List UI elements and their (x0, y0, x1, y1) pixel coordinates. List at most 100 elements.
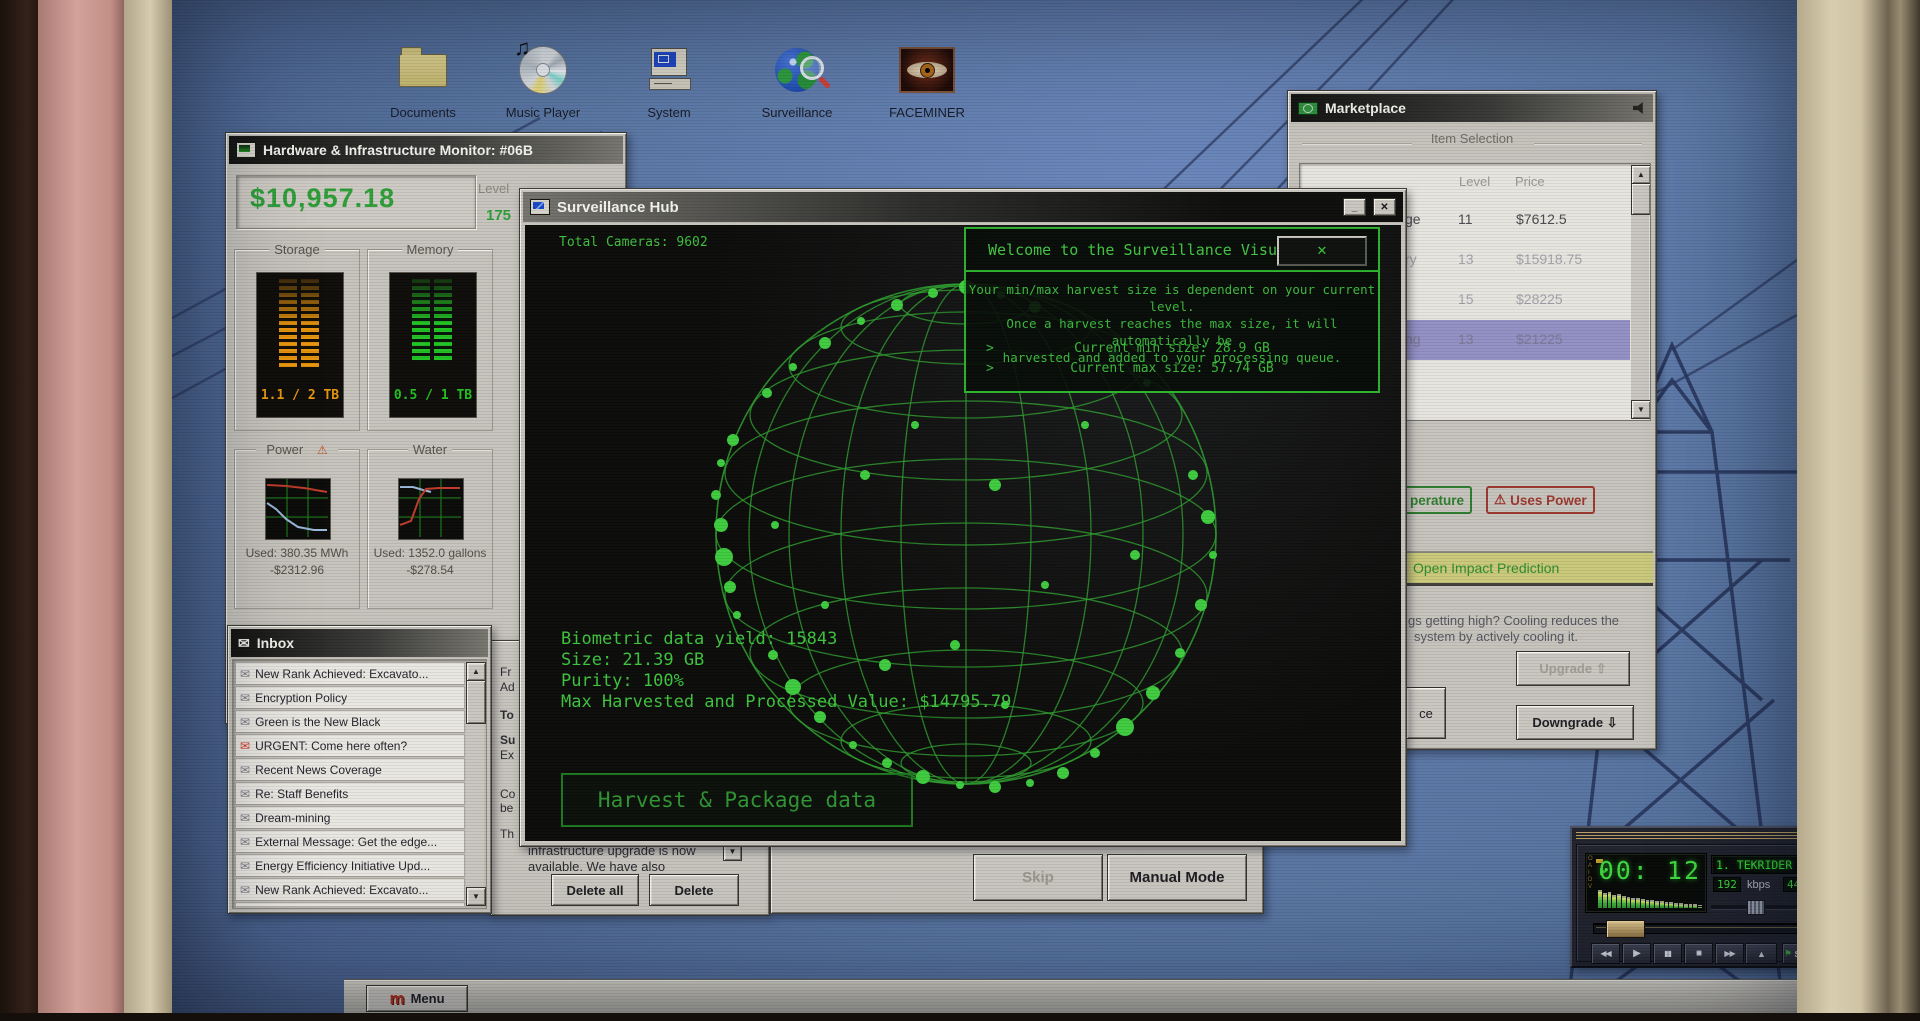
bitrate-unit: kbps (1747, 879, 1771, 891)
camera-dot[interactable] (928, 288, 938, 298)
camera-dot[interactable] (1146, 686, 1160, 700)
menu-button[interactable]: m Menu (366, 985, 468, 1012)
camera-dot[interactable] (1081, 421, 1089, 429)
purchase-button-fragment[interactable]: ce (1406, 687, 1446, 739)
volume-slider[interactable] (1711, 900, 1797, 915)
camera-dot[interactable] (989, 781, 1001, 793)
open-impact-prediction-button[interactable]: Open Impact Prediction (1406, 551, 1653, 586)
camera-dot[interactable] (789, 363, 797, 371)
camera-dot[interactable] (714, 518, 728, 532)
inbox-message-row[interactable]: ✉ Green is the New Black (235, 710, 465, 733)
camera-dot[interactable] (819, 337, 831, 349)
downgrade-button[interactable]: Downgrade ⇩ (1516, 705, 1634, 740)
camera-dot[interactable] (1041, 581, 1049, 589)
camera-dot[interactable] (857, 317, 865, 325)
player-titlebar[interactable]: ▪ ▪ ✕ (1576, 831, 1797, 841)
camera-dot[interactable] (715, 548, 733, 566)
scrollbar-thumb[interactable] (466, 680, 486, 724)
eject-button[interactable]: ▲ (1745, 943, 1777, 964)
desktop-icon-surveillance[interactable]: Surveillance (751, 42, 843, 120)
item-price: $7612.5 (1516, 211, 1567, 227)
inbox-message-row[interactable]: ✉ Dream-mining (235, 806, 465, 829)
seek-handle[interactable] (1606, 920, 1645, 938)
close-button[interactable]: ✕ (1373, 198, 1396, 216)
inbox-titlebar[interactable]: ✉ Inbox (231, 629, 488, 657)
camera-dot[interactable] (1090, 748, 1100, 758)
spectrum-analyzer[interactable] (1598, 889, 1702, 908)
shuffle-button[interactable]: ⚑SHUFFLE (1782, 943, 1797, 964)
delete-button[interactable]: Delete (649, 874, 739, 906)
skip-button[interactable]: Skip (973, 854, 1103, 901)
camera-dot[interactable] (1175, 648, 1185, 658)
stop-button[interactable]: ■ (1684, 943, 1713, 964)
seek-bar[interactable] (1593, 920, 1797, 938)
dialog-close-button[interactable]: ✕ (1277, 236, 1367, 266)
inbox-message-row[interactable]: ✉ External Message: Get the edge... (235, 830, 465, 853)
clutterbar-letter[interactable]: I (1588, 870, 1593, 876)
clutterbar-letter[interactable]: A (1588, 863, 1593, 869)
inbox-message-row[interactable]: ✉ URGENT: High Electricity Usage (235, 902, 465, 906)
previous-button[interactable]: ◀◀ (1591, 943, 1620, 964)
inbox-message-row[interactable]: ✉ Recent News Coverage (235, 758, 465, 781)
harvest-package-button[interactable]: Harvest & Package data (561, 773, 913, 827)
scrollbar-thumb[interactable] (1631, 183, 1650, 215)
desktop-icon-music-player[interactable]: ♫ Music Player (497, 35, 589, 120)
camera-dot[interactable] (821, 601, 829, 609)
camera-dot[interactable] (711, 490, 721, 500)
camera-dot[interactable] (1116, 718, 1134, 736)
camera-dot[interactable] (762, 388, 772, 398)
camera-dot[interactable] (891, 299, 903, 311)
inbox-message-row[interactable]: ✉ New Rank Achieved: Excavato... (235, 878, 465, 901)
camera-dot[interactable] (1026, 779, 1034, 787)
camera-dot[interactable] (956, 781, 964, 789)
camera-dot[interactable] (849, 741, 857, 749)
desktop-icon-faceminer[interactable]: FACEMINER (881, 42, 973, 120)
surveillance-titlebar[interactable]: Surveillance Hub _ ✕ (523, 192, 1403, 222)
pause-button[interactable]: ▮▮ (1653, 943, 1682, 964)
marketplace-scrollbar[interactable]: ▲ ▼ (1631, 165, 1650, 419)
camera-dot[interactable] (860, 470, 870, 480)
scroll-up-button[interactable]: ▲ (466, 662, 486, 681)
play-button[interactable]: ▶ (1622, 943, 1651, 964)
track-time[interactable]: 00: 12 (1599, 856, 1701, 885)
clutterbar-letter[interactable]: O (1588, 856, 1593, 862)
camera-dot[interactable] (911, 421, 919, 429)
inbox-message-row[interactable]: ✉ Re: Staff Benefits (235, 782, 465, 805)
inbox-message-row[interactable]: ✉ Energy Efficiency Initiative Upd... (235, 854, 465, 877)
next-button[interactable]: ▶▶ (1715, 943, 1744, 964)
camera-dot[interactable] (916, 770, 930, 784)
price-column-header: Price (1515, 174, 1545, 189)
camera-dot[interactable] (1057, 767, 1069, 779)
camera-dot[interactable] (771, 521, 779, 529)
upgrade-button[interactable]: Upgrade ⇧ (1516, 651, 1630, 686)
desktop-icon-system[interactable]: System (623, 42, 715, 120)
camera-dot[interactable] (989, 479, 1001, 491)
hardware-titlebar[interactable]: Hardware & Infrastructure Monitor: #06B (229, 136, 623, 164)
scroll-down-button[interactable]: ▼ (1631, 400, 1650, 419)
camera-dot[interactable] (724, 581, 736, 593)
inbox-message-row[interactable]: ✉ New Rank Achieved: Excavato... (235, 662, 465, 685)
camera-dot[interactable] (1209, 551, 1217, 559)
camera-dot[interactable] (733, 611, 741, 619)
camera-dot[interactable] (1130, 550, 1140, 560)
delete-all-button[interactable]: Delete all (551, 874, 639, 906)
camera-dot[interactable] (1188, 470, 1198, 480)
camera-dot[interactable] (1201, 510, 1215, 524)
inbox-message-row[interactable]: ✉ URGENT: Come here often? (235, 734, 465, 757)
scroll-up-button[interactable]: ▲ (1631, 165, 1650, 184)
marketplace-titlebar[interactable]: Marketplace (1291, 94, 1653, 122)
inbox-scrollbar[interactable]: ▲ ▼ (466, 662, 486, 906)
clutterbar-letter[interactable]: D (1588, 877, 1593, 883)
camera-dot[interactable] (727, 434, 739, 446)
camera-dot[interactable] (1195, 599, 1207, 611)
camera-dot[interactable] (882, 758, 892, 768)
speaker-icon[interactable] (1633, 102, 1643, 114)
track-title[interactable]: 1. TEKRIDER - WORKLIFE <3:48> (1711, 855, 1797, 874)
minimize-button[interactable]: _ (1343, 198, 1366, 216)
scroll-down-button[interactable]: ▼ (466, 887, 486, 906)
camera-dot[interactable] (717, 459, 725, 467)
desktop-icon-documents[interactable]: Documents (377, 42, 469, 120)
clutterbar-letter[interactable]: V (1588, 884, 1593, 890)
inbox-message-row[interactable]: ✉ Encryption Policy (235, 686, 465, 709)
manual-mode-button[interactable]: Manual Mode (1107, 854, 1247, 901)
